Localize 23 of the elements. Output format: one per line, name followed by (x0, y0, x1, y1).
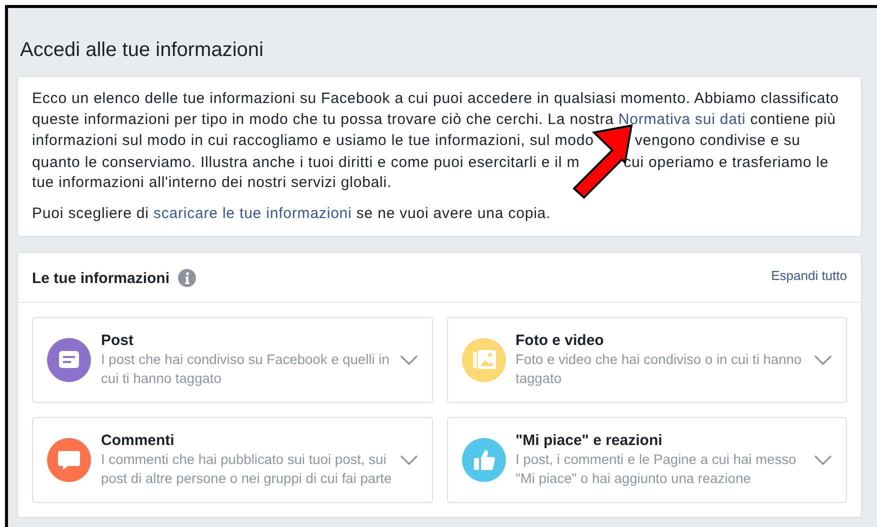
chevron-down-icon[interactable] (400, 455, 418, 465)
card-title: "Mi piace" e reazioni (516, 432, 664, 449)
card-title: Foto e video (516, 332, 605, 349)
card-title: Commenti (101, 432, 176, 449)
section-title: Le tue informazioni (32, 270, 170, 286)
category-card[interactable]: Foto e video Foto e video che hai condiviso o in cui ti hanno taggato (446, 317, 847, 403)
category-card[interactable]: Post I post che hai condiviso su Facebook e quelli in cui ti hanno taggato (32, 317, 432, 403)
expand-all-link[interactable]: Espandi tutto (771, 268, 847, 282)
card-description: I post, i commenti e le Pagine a cui hai messo "Mi piace" o hai aggiunto una reazione (516, 451, 798, 488)
card-description: I post che hai condiviso su Facebook e quelli in cui ti hanno taggato (101, 351, 390, 388)
text-link[interactable]: Normativa sui dati (618, 110, 746, 128)
chevron-down-icon[interactable] (814, 455, 832, 465)
text-link[interactable]: scaricare le tue informazioni (153, 204, 352, 222)
page-title: Accedi alle tue informazioni (19, 38, 264, 63)
category-card[interactable]: "Mi piace" e reazioni I post, i commenti e le Pagine a cui hai messo "Mi piace" o hai aggiunto una reazione (446, 417, 847, 503)
card-description: I commenti che hai pubblicato sui tuoi post, sui post di altre persone o nei gruppi di cui fai parte (101, 451, 393, 488)
intro-paragraph: Puoi scegliere di scaricare le tue informazioni se ne vuoi avere una copia. (32, 204, 552, 224)
category-card[interactable]: Commenti I commenti che hai pubblicato sui tuoi post, sui post di altre persone o nei gruppi di cui fai parte (32, 417, 432, 503)
card-description: Foto e video che hai condiviso o in cui ti hanno taggato (516, 351, 803, 388)
info-icon[interactable] (178, 269, 196, 287)
card-title: Post (101, 332, 135, 349)
chevron-down-icon[interactable] (400, 355, 418, 365)
chevron-down-icon[interactable] (814, 355, 832, 365)
